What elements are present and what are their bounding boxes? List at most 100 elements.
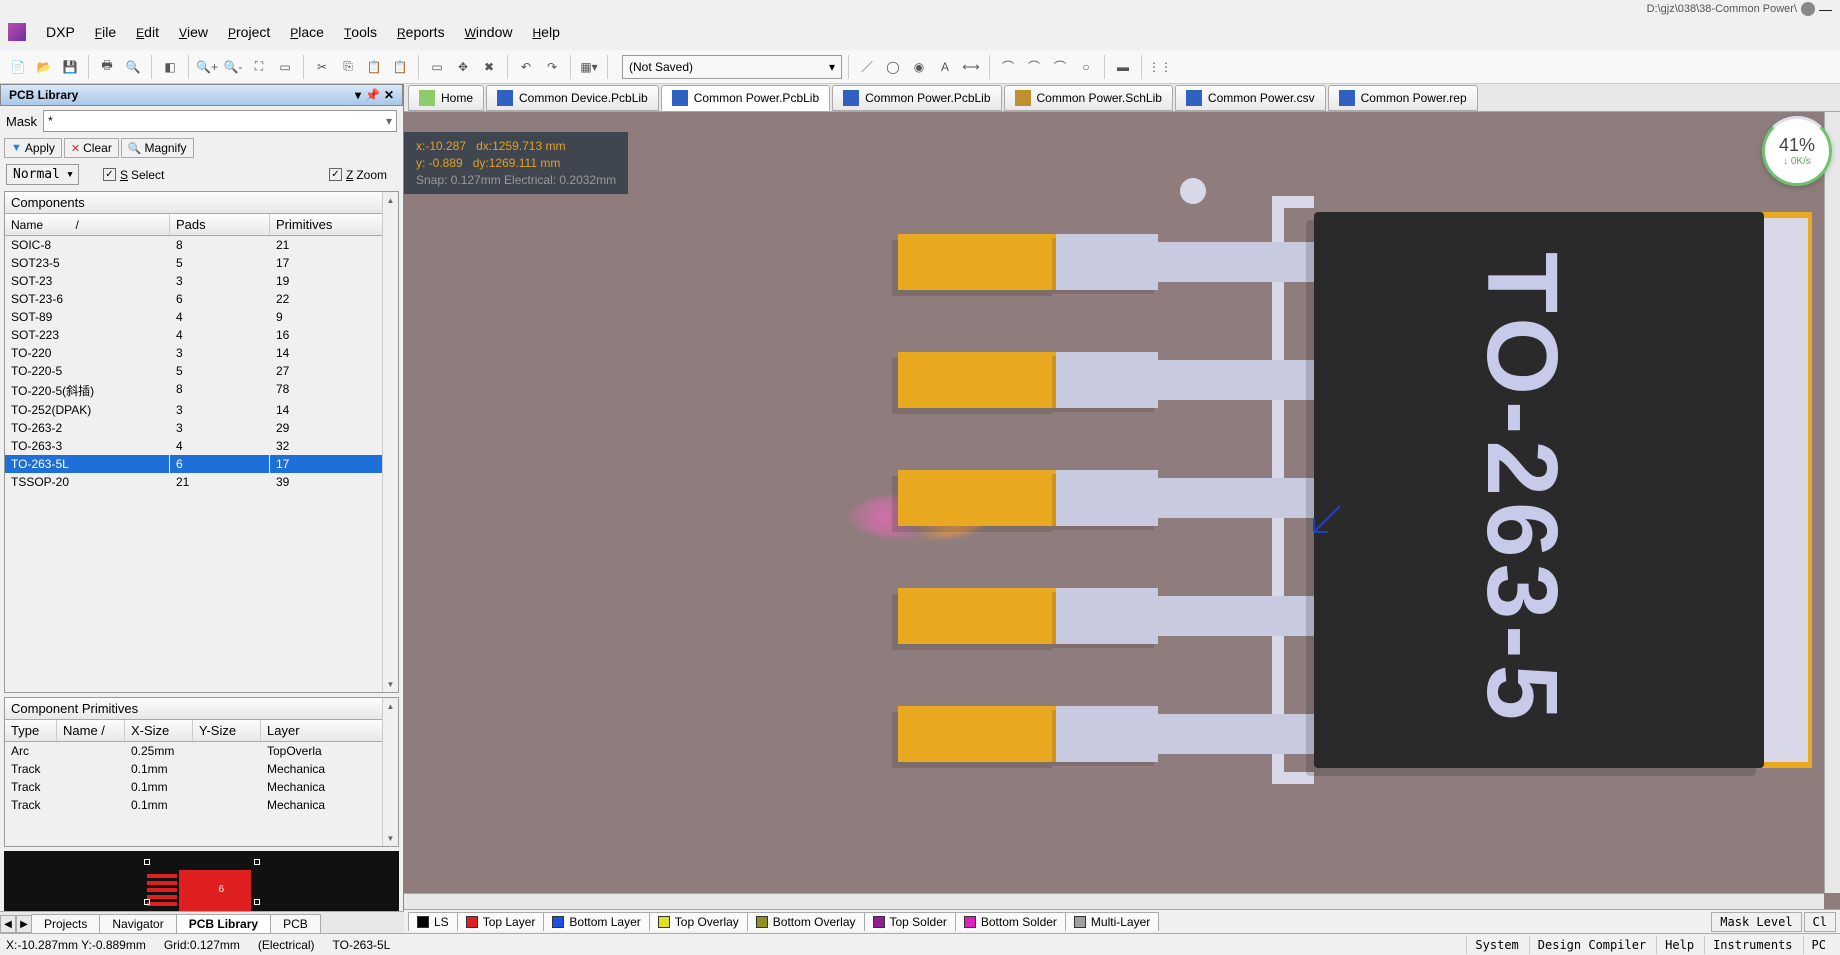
doc-tab[interactable]: Common Power.csv (1175, 85, 1326, 111)
layer-tab[interactable]: Bottom Overlay (747, 912, 865, 931)
layer-right-button[interactable]: Cl (1804, 912, 1836, 932)
menu-window[interactable]: Window (455, 20, 523, 44)
component-row[interactable]: SOT-23-6622 (5, 290, 398, 308)
preview-icon[interactable]: 🔍 (121, 55, 145, 79)
component-row[interactable]: TO-263-3432 (5, 437, 398, 455)
doc-tab[interactable]: Common Power.SchLib (1004, 85, 1173, 111)
menu-place[interactable]: Place (280, 20, 334, 44)
layer-tab[interactable]: Top Layer (457, 912, 545, 931)
print-icon[interactable]: 🖶 (95, 55, 119, 79)
primitive-row[interactable]: Arc0.25mmTopOverla (5, 742, 398, 760)
component-row[interactable]: TO-220-5(斜插)878 (5, 380, 398, 401)
fill-icon[interactable]: ▬ (1111, 55, 1135, 79)
menu-edit[interactable]: Edit (126, 20, 169, 44)
component-row[interactable]: SOT-23319 (5, 272, 398, 290)
canvas-vscroll[interactable] (1824, 112, 1840, 893)
menu-help[interactable]: Help (523, 20, 570, 44)
layers-icon[interactable]: ◧ (158, 55, 182, 79)
paste-icon[interactable]: 📋 (362, 55, 386, 79)
save-icon[interactable]: 💾 (58, 55, 82, 79)
menu-reports[interactable]: Reports (387, 20, 455, 44)
doc-tab[interactable]: Common Power.rep (1328, 85, 1478, 111)
status-button[interactable]: PC (1803, 936, 1834, 954)
canvas-hscroll[interactable] (404, 893, 1824, 909)
component-row[interactable]: TO-252(DPAK)314 (5, 401, 398, 419)
clear-button[interactable]: ✕Clear (64, 138, 119, 158)
panel-dropdown-icon[interactable]: ▾ (355, 88, 361, 102)
layer-tab[interactable]: Multi-Layer (1065, 912, 1159, 931)
doc-tab[interactable]: Home (408, 85, 484, 111)
menu-tools[interactable]: Tools (334, 20, 387, 44)
doc-tab[interactable]: Common Power.PcbLib (832, 85, 1001, 111)
component-row[interactable]: SOT23-5517 (5, 254, 398, 272)
components-scrollbar[interactable]: ▲▼ (382, 192, 398, 692)
layer-tab[interactable]: Bottom Layer (543, 912, 649, 931)
left-tab-pcb[interactable]: PCB (270, 914, 321, 933)
left-tab-navigator[interactable]: Navigator (99, 914, 176, 933)
zoom-in-icon[interactable]: 🔍+ (195, 55, 219, 79)
layer-tab[interactable]: Top Solder (864, 912, 956, 931)
primitive-row[interactable]: Track0.1mmMechanica (5, 778, 398, 796)
status-button[interactable]: Help (1656, 936, 1702, 954)
mask-input[interactable]: * (43, 110, 397, 132)
copy-icon[interactable]: ⎘ (336, 55, 360, 79)
mode-combo[interactable]: Normal (6, 164, 79, 185)
new-icon[interactable]: 📄 (6, 55, 30, 79)
zoom-fit-icon[interactable]: ⛶ (247, 55, 271, 79)
arc1-icon[interactable]: ⌒ (996, 55, 1020, 79)
minimize-icon[interactable]: — (1819, 2, 1832, 17)
status-button[interactable]: System (1466, 936, 1526, 954)
line-icon[interactable]: ／ (855, 55, 879, 79)
paste-special-icon[interactable]: 📋 (388, 55, 412, 79)
component-row[interactable]: TO-263-5L617 (5, 455, 398, 473)
apply-button[interactable]: ▼Apply (4, 138, 62, 158)
via-icon[interactable]: ◉ (907, 55, 931, 79)
save-state-combo[interactable]: (Not Saved)▾ (622, 55, 842, 79)
status-button[interactable]: Design Compiler (1529, 936, 1654, 954)
grid-icon[interactable]: ▦▾ (577, 55, 601, 79)
select-icon[interactable]: ▭ (425, 55, 449, 79)
primitives-header[interactable]: Type Name / X-Size Y-Size Layer (5, 720, 398, 742)
undo-icon[interactable]: ↶ (514, 55, 538, 79)
arc3-icon[interactable]: ⌒ (1048, 55, 1072, 79)
pcb-canvas[interactable]: x:-10.287 dx:1259.713 mm y: -0.889 dy:12… (404, 112, 1840, 909)
panel-close-icon[interactable]: ✕ (384, 88, 394, 102)
component-row[interactable]: TO-220314 (5, 344, 398, 362)
component-row[interactable]: TSSOP-202139 (5, 473, 398, 491)
cut-icon[interactable]: ✂ (310, 55, 334, 79)
menu-project[interactable]: Project (218, 20, 280, 44)
component-row[interactable]: SOT-223416 (5, 326, 398, 344)
tab-prev-icon[interactable]: ◀ (0, 915, 16, 933)
layer-tab[interactable]: Top Overlay (649, 912, 748, 931)
select-checkbox[interactable]: ✓SSelect (103, 168, 164, 182)
component-row[interactable]: TO-263-2329 (5, 419, 398, 437)
doc-tab[interactable]: Common Device.PcbLib (486, 85, 659, 111)
layer-right-button[interactable]: Mask Level (1711, 912, 1801, 932)
component-row[interactable]: TO-220-5527 (5, 362, 398, 380)
left-tab-pcb-library[interactable]: PCB Library (176, 914, 271, 933)
arc2-icon[interactable]: ⌒ (1022, 55, 1046, 79)
primitives-scrollbar[interactable]: ▲▼ (382, 698, 398, 846)
move-icon[interactable]: ✥ (451, 55, 475, 79)
pad-icon[interactable]: ◯ (881, 55, 905, 79)
component-row[interactable]: SOIC-8821 (5, 236, 398, 254)
status-button[interactable]: Instruments (1704, 936, 1800, 954)
open-icon[interactable]: 📂 (32, 55, 56, 79)
redo-icon[interactable]: ↷ (540, 55, 564, 79)
array-icon[interactable]: ⋮⋮ (1148, 55, 1172, 79)
primitive-row[interactable]: Track0.1mmMechanica (5, 796, 398, 814)
menu-dxp[interactable]: DXP (36, 20, 85, 44)
deselect-icon[interactable]: ✖ (477, 55, 501, 79)
left-tab-projects[interactable]: Projects (31, 914, 100, 933)
magnify-button[interactable]: 🔍Magnify (121, 138, 194, 158)
panel-pin-icon[interactable]: 📌 (365, 88, 380, 102)
doc-tab[interactable]: Common Power.PcbLib (661, 85, 830, 111)
layer-tab[interactable]: LS (408, 912, 458, 931)
menu-view[interactable]: View (169, 20, 218, 44)
menu-file[interactable]: File (85, 20, 126, 44)
zoom-checkbox[interactable]: ✓ZZoom (329, 168, 387, 182)
zoom-out-icon[interactable]: 🔍- (221, 55, 245, 79)
circle-icon[interactable]: ○ (1074, 55, 1098, 79)
string-icon[interactable]: A (933, 55, 957, 79)
components-header[interactable]: Name / Pads Primitives (5, 214, 398, 236)
